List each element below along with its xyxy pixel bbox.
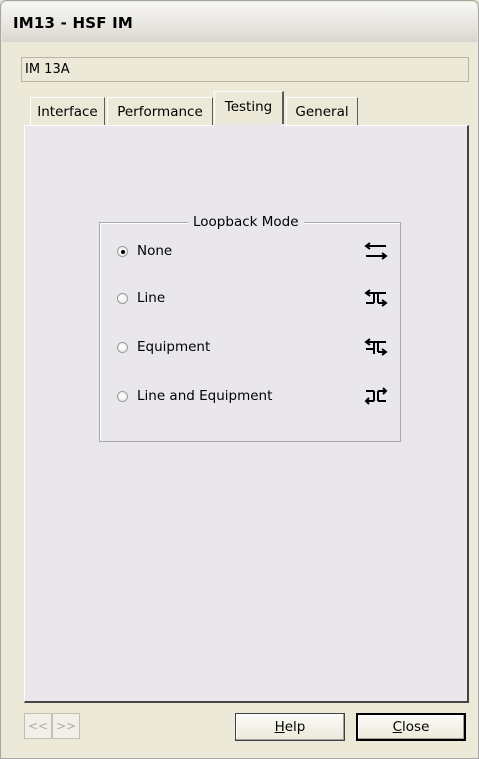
tab-performance[interactable]: Performance xyxy=(107,97,213,125)
help-button[interactable]: Help xyxy=(235,713,345,741)
close-label-rest: lose xyxy=(402,719,430,735)
next-button[interactable]: >> xyxy=(52,713,80,739)
loopback-mode-group: Loopback Mode None Line Equipment Line a… xyxy=(99,214,401,442)
help-label-rest: elp xyxy=(284,719,306,735)
option-label-line: Line xyxy=(137,290,166,306)
testing-tab-panel: Loopback Mode None Line Equipment Line a… xyxy=(24,125,469,703)
loopback-line-icon xyxy=(364,289,388,307)
radio-none[interactable] xyxy=(117,245,128,257)
loopback-line-and-equipment-icon xyxy=(364,387,388,405)
device-name-field: IM 13A xyxy=(21,57,469,82)
tab-general[interactable]: General xyxy=(286,97,358,125)
active-tab-join xyxy=(214,124,284,127)
loopback-option-none[interactable]: None xyxy=(117,241,388,261)
tab-testing[interactable]: Testing xyxy=(214,91,284,127)
loopback-none-icon xyxy=(364,242,388,260)
option-label-equipment: Equipment xyxy=(137,339,211,355)
loopback-equipment-icon xyxy=(364,338,388,356)
option-label-line-and-equipment: Line and Equipment xyxy=(137,388,273,404)
help-mnemonic: H xyxy=(274,719,285,735)
loopback-option-line[interactable]: Line xyxy=(117,288,388,308)
title-bar[interactable]: IM13 - HSF IM xyxy=(2,2,477,42)
radio-equipment[interactable] xyxy=(117,341,128,353)
radio-line-and-equipment[interactable] xyxy=(117,390,128,402)
window-title: IM13 - HSF IM xyxy=(13,14,133,32)
tab-interface[interactable]: Interface xyxy=(30,97,105,125)
option-label-none: None xyxy=(137,243,173,259)
loopback-option-line-and-equipment[interactable]: Line and Equipment xyxy=(117,386,388,406)
close-button[interactable]: Close xyxy=(356,713,466,741)
radio-line[interactable] xyxy=(117,292,128,304)
loopback-option-equipment[interactable]: Equipment xyxy=(117,337,388,357)
close-mnemonic: C xyxy=(392,719,403,735)
loopback-mode-title: Loopback Mode xyxy=(188,214,304,230)
dialog-window: IM13 - HSF IM IM 13A Interface Performan… xyxy=(0,0,479,759)
previous-button[interactable]: << xyxy=(24,713,52,739)
